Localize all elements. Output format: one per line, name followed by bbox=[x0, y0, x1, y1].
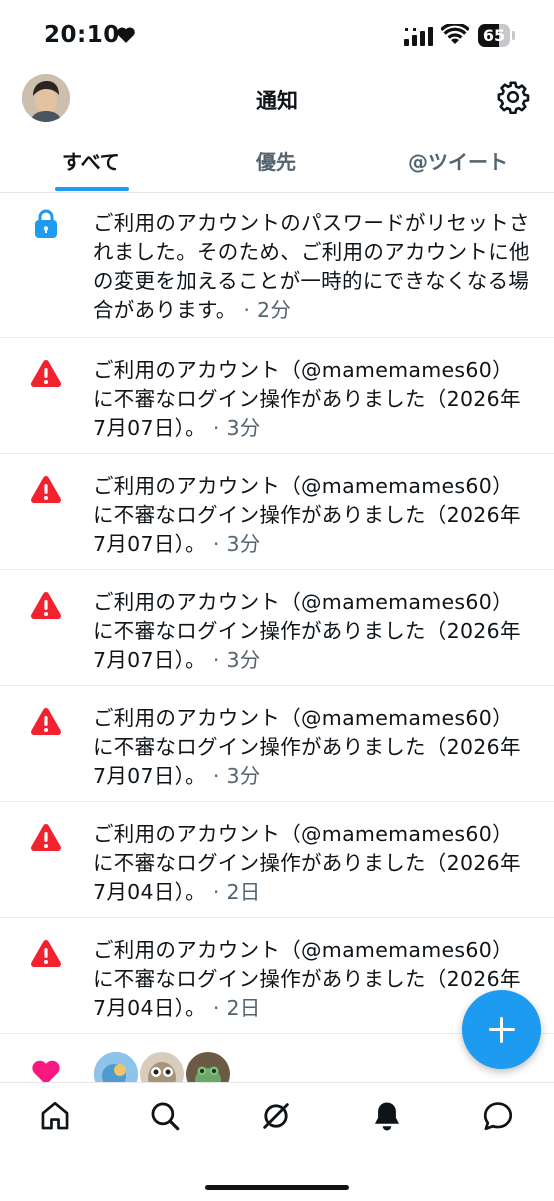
notification-time: · 3分 bbox=[212, 416, 261, 440]
notification-text: ご利用のアカウント（@mamemames60）に不審なログイン操作がありました（… bbox=[93, 822, 521, 904]
notification-text: ご利用のアカウント（@mamemames60）に不審なログイン操作がありました（… bbox=[93, 706, 521, 788]
active-tab-indicator bbox=[55, 187, 129, 191]
user-avatar[interactable] bbox=[184, 1050, 232, 1082]
notification-time: · 3分 bbox=[212, 532, 261, 556]
user-avatar[interactable] bbox=[138, 1050, 186, 1082]
compose-button[interactable] bbox=[462, 990, 541, 1069]
warning-icon bbox=[30, 359, 62, 387]
header: 通知 bbox=[0, 72, 554, 126]
warning-icon bbox=[30, 823, 62, 851]
wifi-icon bbox=[441, 24, 469, 44]
spaces-icon[interactable] bbox=[259, 1099, 293, 1133]
heart-status-icon bbox=[117, 27, 135, 43]
battery-indicator: 65 bbox=[478, 24, 516, 47]
battery-text: 65 bbox=[482, 26, 506, 45]
notification-text: ご利用のアカウントのパスワードがリセットされました。そのため、ご利用のアカウント… bbox=[93, 211, 530, 322]
settings-gear-icon[interactable] bbox=[496, 80, 530, 114]
search-icon[interactable] bbox=[148, 1099, 182, 1133]
notification-time: · 2日 bbox=[212, 880, 261, 904]
notification-item[interactable]: ご利用のアカウント（@mamemames60）に不審なログイン操作がありました（… bbox=[0, 570, 554, 686]
messages-icon[interactable] bbox=[481, 1099, 515, 1133]
status-time: 20:10 bbox=[44, 22, 120, 48]
lock-icon bbox=[35, 209, 57, 238]
notification-item[interactable]: ご利用のアカウント（@mamemames60）に不審なログイン操作がありました（… bbox=[0, 338, 554, 454]
notification-item[interactable]: ご利用のアカウント（@mamemames60）に不審なログイン操作がありました（… bbox=[0, 802, 554, 918]
notification-item[interactable]: ご利用のアカウントのパスワードがリセットされました。そのため、ご利用のアカウント… bbox=[0, 193, 554, 338]
notification-list: ご利用のアカウントのパスワードがリセットされました。そのため、ご利用のアカウント… bbox=[0, 193, 554, 1034]
bottom-navigation bbox=[0, 1082, 554, 1201]
notification-text: ご利用のアカウント（@mamemames60）に不審なログイン操作がありました（… bbox=[93, 474, 521, 556]
user-avatar[interactable] bbox=[92, 1050, 140, 1082]
status-bar: 20:10 65 bbox=[0, 0, 554, 72]
tab-mentions[interactable]: @ツイート bbox=[408, 146, 508, 175]
notification-tabs: すべて 優先 @ツイート bbox=[0, 132, 554, 193]
warning-icon bbox=[30, 939, 62, 967]
notification-time: · 3分 bbox=[212, 648, 261, 672]
notification-item[interactable]: ご利用のアカウント（@mamemames60）に不審なログイン操作がありました（… bbox=[0, 686, 554, 802]
warning-icon bbox=[30, 591, 62, 619]
notification-text: ご利用のアカウント（@mamemames60）に不審なログイン操作がありました（… bbox=[93, 358, 521, 440]
notification-time: · 3分 bbox=[212, 764, 261, 788]
notifications-bell-icon[interactable] bbox=[370, 1099, 404, 1133]
tab-all[interactable]: すべて bbox=[62, 146, 120, 175]
warning-icon bbox=[30, 707, 62, 735]
tab-priority[interactable]: 優先 bbox=[256, 146, 296, 175]
notification-text: ご利用のアカウント（@mamemames60）に不審なログイン操作がありました（… bbox=[93, 938, 521, 1020]
notification-time: · 2日 bbox=[212, 996, 261, 1020]
page-title: 通知 bbox=[256, 89, 298, 113]
warning-icon bbox=[30, 475, 62, 503]
notification-item[interactable]: ご利用のアカウント（@mamemames60）に不審なログイン操作がありました（… bbox=[0, 454, 554, 570]
heart-icon bbox=[32, 1060, 60, 1082]
notification-time: · 2分 bbox=[243, 298, 292, 322]
cellular-signal-icon bbox=[404, 27, 433, 46]
notification-text: ご利用のアカウント（@mamemames60）に不審なログイン操作がありました（… bbox=[93, 590, 521, 672]
home-icon[interactable] bbox=[38, 1099, 72, 1133]
home-indicator bbox=[205, 1185, 349, 1190]
